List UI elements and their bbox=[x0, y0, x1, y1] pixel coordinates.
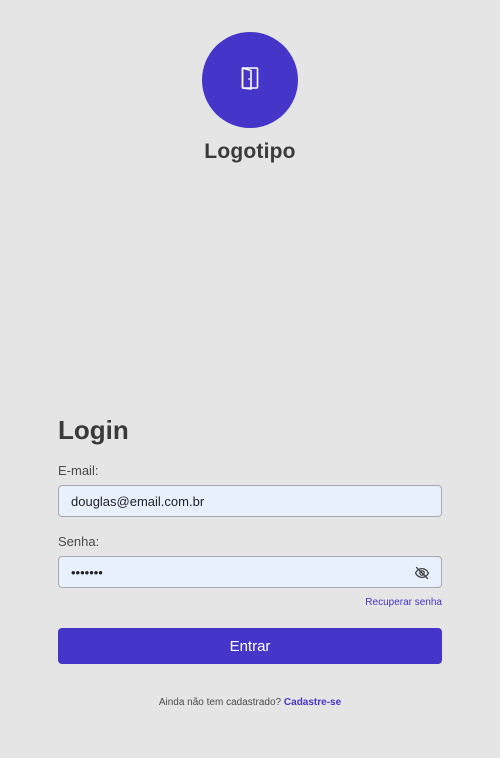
page-title: Login bbox=[58, 415, 129, 445]
signup-prompt: Ainda não tem cadastrado? bbox=[158, 697, 282, 708]
password-field-box bbox=[58, 556, 442, 588]
logo: Logotipo bbox=[0, 32, 500, 164]
password-field[interactable] bbox=[59, 557, 441, 587]
logo-text: Logotipo bbox=[204, 140, 296, 163]
email-field[interactable] bbox=[59, 486, 441, 516]
submit-button[interactable]: Entrar bbox=[58, 628, 442, 664]
email-field-box bbox=[58, 485, 442, 517]
signup-link[interactable]: Cadastre-se bbox=[284, 697, 341, 708]
eye-slash-icon[interactable] bbox=[413, 564, 431, 582]
signup-row: Ainda não tem cadastrado? Cadastre-se bbox=[58, 697, 442, 708]
recover-password-link[interactable]: Recuperar senha bbox=[365, 597, 442, 608]
logo-circle bbox=[202, 32, 298, 128]
email-label: E-mail: bbox=[58, 463, 99, 478]
login-form: Login E-mail: Senha: Recuperar senha Ent… bbox=[58, 412, 442, 708]
password-label: Senha: bbox=[58, 534, 100, 549]
recover-row: Recuperar senha bbox=[58, 594, 442, 608]
door-icon bbox=[239, 66, 261, 95]
